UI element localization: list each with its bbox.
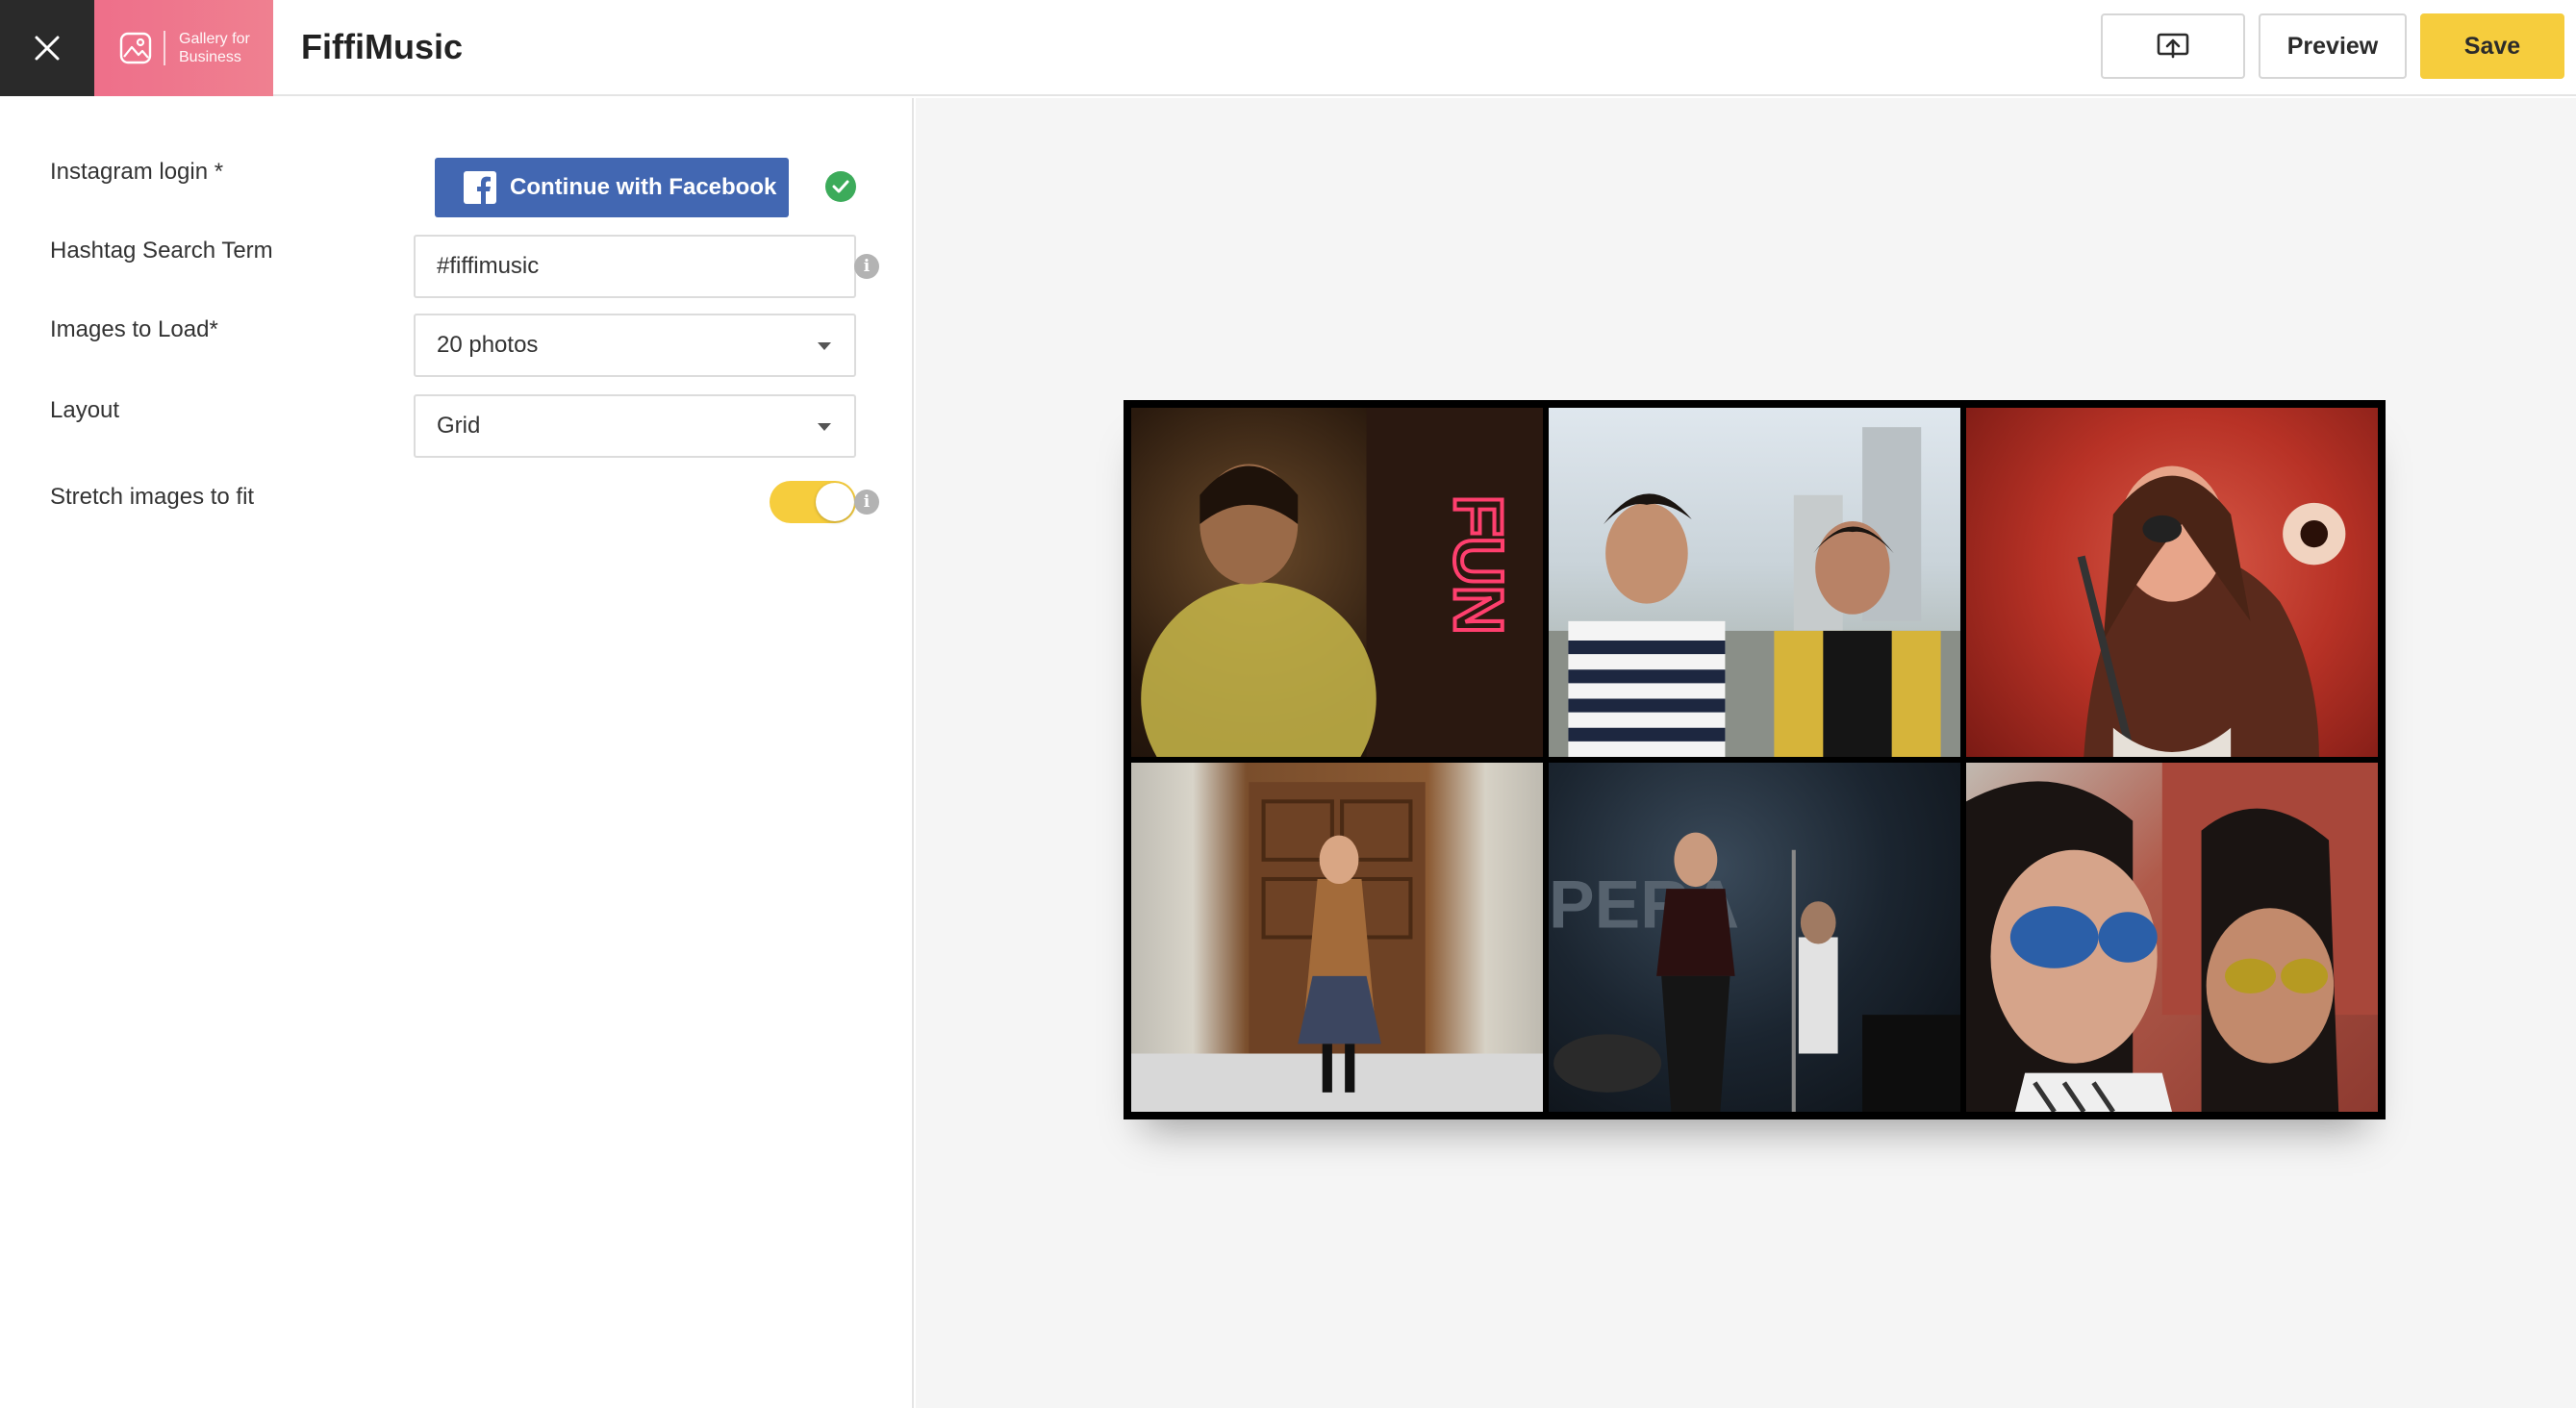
hashtag-field[interactable] — [414, 235, 856, 298]
gallery-photo-4[interactable] — [1131, 763, 1543, 1112]
page-title: FiffiMusic — [301, 27, 463, 66]
layout-value: Grid — [437, 413, 481, 439]
images-to-load-label: Images to Load* — [50, 316, 218, 342]
gallery-photo-1[interactable]: FUN — [1131, 408, 1543, 757]
brand-text-line1: Gallery for — [179, 31, 250, 47]
gallery-preview-area: FUN PERA — [916, 98, 2576, 1408]
settings-panel: Instagram login * Continue with Facebook… — [0, 98, 914, 1408]
photo-illustration — [2077, 465, 2346, 757]
hashtag-label: Hashtag Search Term — [50, 238, 273, 264]
photo-illustration — [1549, 427, 1960, 757]
photo-illustration: FUN — [1141, 408, 1543, 757]
stretch-info-icon[interactable]: i — [854, 490, 879, 515]
gallery-icon — [119, 32, 152, 64]
facebook-button-label: Continue with Facebook — [510, 174, 777, 200]
layout-label: Layout — [50, 397, 120, 423]
photo-illustration — [1131, 782, 1543, 1112]
brand-text-line2: Business — [179, 49, 241, 65]
save-button[interactable]: Save — [2420, 13, 2564, 79]
share-screen-icon — [2157, 33, 2189, 59]
close-icon — [35, 36, 60, 61]
brand-divider — [164, 31, 165, 65]
photo-illustration: PERA — [1549, 832, 1960, 1112]
images-to-load-select[interactable]: 20 photos — [414, 314, 856, 377]
connected-check-icon — [825, 171, 856, 202]
gallery-photo-5[interactable]: PERA — [1549, 763, 1960, 1112]
chevron-down-icon — [818, 342, 831, 350]
preview-button[interactable]: Preview — [2259, 13, 2407, 79]
images-to-load-value: 20 photos — [437, 332, 539, 358]
share-button[interactable] — [2101, 13, 2245, 79]
layout-select[interactable]: Grid — [414, 394, 856, 458]
toggle-knob — [816, 483, 854, 521]
gallery-photo-2[interactable] — [1549, 408, 1960, 757]
gallery-grid: FUN PERA — [1124, 400, 2386, 1119]
stretch-images-toggle[interactable] — [770, 481, 856, 523]
gallery-photo-3[interactable] — [1966, 408, 2378, 757]
facebook-icon — [464, 171, 496, 204]
instagram-login-label: Instagram login * — [50, 159, 224, 185]
photo-illustration — [1966, 763, 2378, 1112]
hashtag-info-icon[interactable]: i — [854, 254, 879, 279]
continue-with-facebook-button[interactable]: Continue with Facebook — [435, 158, 789, 217]
chevron-down-icon — [818, 423, 831, 431]
svg-text:FUN: FUN — [1439, 495, 1515, 635]
brand-text: Gallery for Business — [179, 30, 250, 66]
brand-logo: Gallery for Business — [94, 0, 273, 96]
gallery-photo-6[interactable] — [1966, 763, 2378, 1112]
stretch-images-label: Stretch images to fit — [50, 484, 255, 510]
close-button[interactable] — [0, 0, 94, 96]
hashtag-input[interactable] — [437, 253, 821, 280]
top-bar: Gallery for Business FiffiMusic Preview … — [0, 0, 2576, 96]
